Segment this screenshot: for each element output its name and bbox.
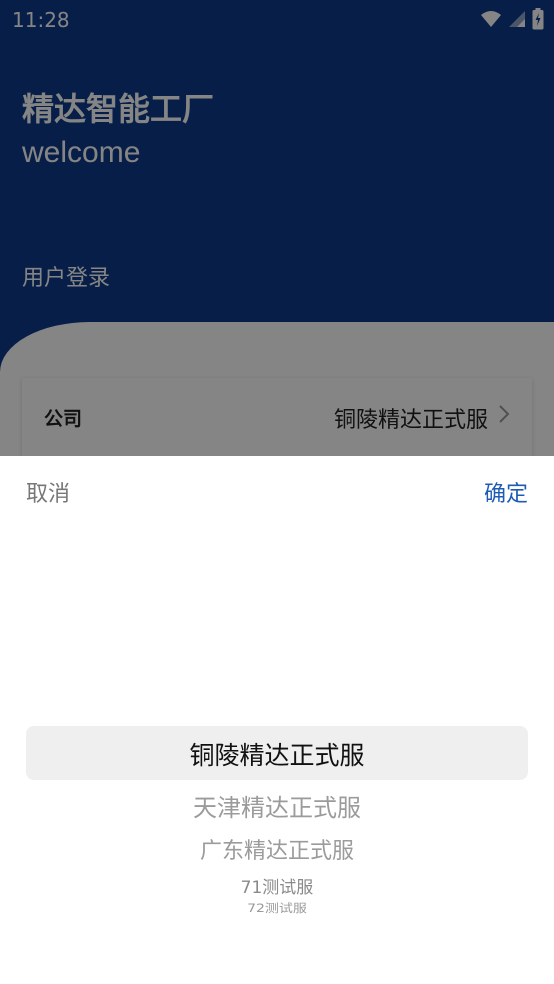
company-picker-wheel[interactable]: 铜陵精达正式服 天津精达正式服 广东精达正式服 71测试服 72测试服 (0, 716, 554, 916)
confirm-button[interactable]: 确定 (484, 476, 528, 508)
picker-option[interactable]: 天津精达正式服 (0, 788, 554, 823)
cancel-button[interactable]: 取消 (26, 476, 70, 508)
modal-overlay[interactable] (0, 0, 554, 456)
picker-sheet: 取消 确定 铜陵精达正式服 天津精达正式服 广东精达正式服 71测试服 72测试… (0, 456, 554, 984)
picker-option-selected[interactable]: 铜陵精达正式服 (0, 736, 554, 772)
picker-option[interactable]: 71测试服 (0, 873, 554, 898)
login-screen: 11:28 精达智能工厂 welcome 用户登录 公司 铜陵精达正式服 取消 (0, 0, 554, 984)
picker-option[interactable]: 广东精达正式服 (0, 833, 554, 865)
picker-option[interactable]: 72测试服 (0, 900, 554, 916)
